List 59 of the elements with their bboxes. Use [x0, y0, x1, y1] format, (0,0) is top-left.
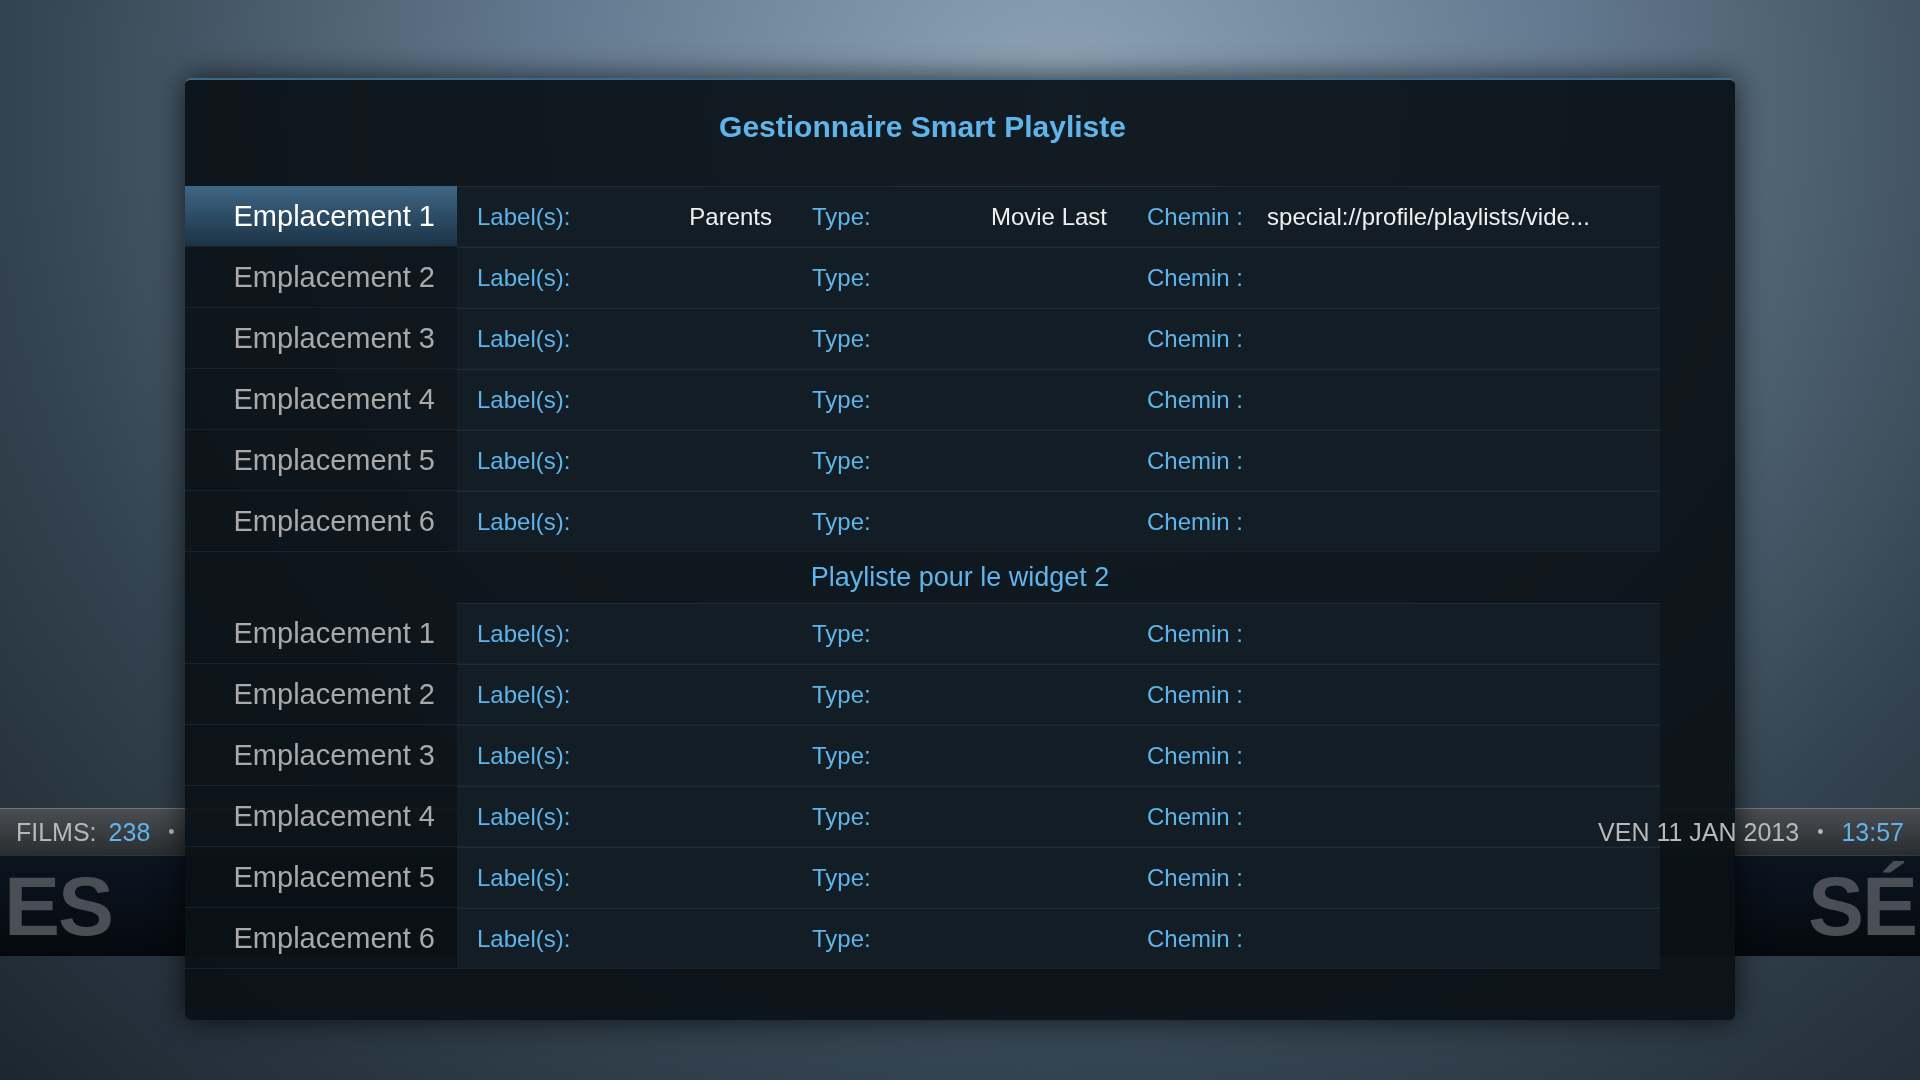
- type-caption: Type:: [812, 324, 871, 353]
- slot-button[interactable]: Emplacement 2: [185, 247, 457, 307]
- type-caption: Type:: [812, 202, 871, 231]
- type-caption: Type:: [812, 385, 871, 414]
- slot-button[interactable]: Emplacement 1: [185, 186, 457, 246]
- type-caption: Type:: [812, 863, 871, 892]
- label-caption: Label(s):: [477, 324, 571, 353]
- path-caption: Chemin :: [1147, 924, 1244, 953]
- path-caption: Chemin :: [1147, 741, 1244, 770]
- label-caption: Label(s):: [477, 924, 571, 953]
- path-caption: Chemin :: [1147, 385, 1244, 414]
- path-caption: Chemin :: [1147, 680, 1244, 709]
- slot-button[interactable]: Emplacement 5: [185, 430, 457, 490]
- path-caption: Chemin :: [1147, 263, 1244, 292]
- films-label: FILMS:: [16, 817, 97, 847]
- path-caption: Chemin :: [1147, 446, 1244, 475]
- path-caption: Chemin :: [1147, 324, 1244, 353]
- slot-button[interactable]: Emplacement 3: [185, 725, 457, 785]
- type-caption: Type:: [812, 802, 871, 831]
- type-caption: Type:: [812, 680, 871, 709]
- slot-button[interactable]: Emplacement 1: [185, 603, 457, 663]
- slot-button[interactable]: Emplacement 4: [185, 369, 457, 429]
- slot-button[interactable]: Emplacement 5: [185, 847, 457, 907]
- label-caption: Label(s):: [477, 741, 571, 770]
- path-value: special://profile/playlists/vide...: [1267, 202, 1590, 231]
- date-text: VEN 11 JAN 2013: [1598, 817, 1800, 847]
- path-caption: Chemin :: [1147, 619, 1244, 648]
- clock-time: 13:57: [1841, 817, 1904, 847]
- slot-button[interactable]: Emplacement 3: [185, 308, 457, 368]
- label-caption: Label(s):: [477, 619, 571, 648]
- slot-button[interactable]: Emplacement 2: [185, 664, 457, 724]
- type-value: Movie Last: [990, 202, 1107, 231]
- path-caption: Chemin :: [1147, 507, 1244, 536]
- path-caption: Chemin :: [1147, 202, 1244, 231]
- label-caption: Label(s):: [477, 802, 571, 831]
- path-caption: Chemin :: [1147, 802, 1244, 831]
- type-caption: Type:: [812, 263, 871, 292]
- type-caption: Type:: [812, 924, 871, 953]
- dialog-title: Gestionnaire Smart Playliste: [719, 110, 1126, 144]
- type-caption: Type:: [812, 619, 871, 648]
- slot-button[interactable]: Emplacement 6: [185, 908, 457, 968]
- separator-dot: •: [168, 821, 175, 843]
- type-caption: Type:: [812, 446, 871, 475]
- type-caption: Type:: [812, 507, 871, 536]
- films-count: 238: [108, 817, 151, 847]
- section-heading: Playliste pour le widget 2: [810, 562, 1110, 593]
- label-caption: Label(s):: [477, 202, 571, 231]
- label-caption: Label(s):: [477, 863, 571, 892]
- path-caption: Chemin :: [1147, 863, 1244, 892]
- type-caption: Type:: [812, 741, 871, 770]
- separator-dot: •: [1817, 821, 1824, 843]
- label-caption: Label(s):: [477, 507, 571, 536]
- slot-button[interactable]: Emplacement 6: [185, 491, 457, 551]
- label-caption: Label(s):: [477, 385, 571, 414]
- label-value: Parents: [689, 202, 772, 231]
- label-caption: Label(s):: [477, 446, 571, 475]
- label-caption: Label(s):: [477, 680, 571, 709]
- slot-button[interactable]: Emplacement 4: [185, 786, 457, 846]
- label-caption: Label(s):: [477, 263, 571, 292]
